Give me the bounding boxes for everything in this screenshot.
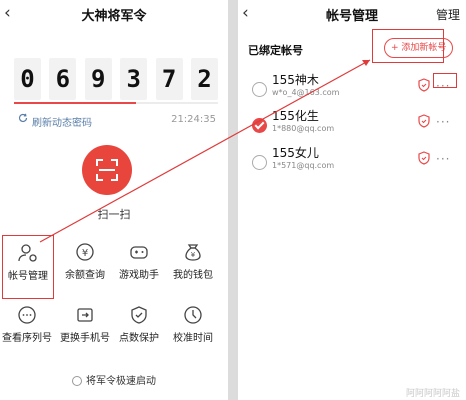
token-screen: ‹ 大神将军令 0 6 9 3 7 2 刷新动态密码 21:24:35 扫一扫 (0, 0, 228, 400)
code-progress-bar (14, 102, 218, 104)
top-bar: ‹ 大神将军令 (0, 0, 228, 28)
shield-icon (418, 78, 430, 92)
svg-text:¥: ¥ (82, 248, 88, 259)
code-digit: 9 (84, 58, 112, 100)
manage-button[interactable]: 管理 (436, 6, 460, 23)
view-serial-button[interactable]: 查看序列号 (2, 298, 52, 360)
tile-label: 游戏助手 (119, 270, 159, 281)
wallet-button[interactable]: ¥ 我的钱包 (168, 235, 218, 297)
tile-label: 余额查询 (65, 270, 105, 281)
account-manage-icon (18, 244, 37, 262)
quick-start-row[interactable]: 将军令极速启动 (0, 372, 228, 387)
account-row[interactable]: 155神木 w*o_4@163.com ··· (238, 70, 466, 110)
code-digit: 7 (155, 58, 183, 100)
tile-label: 更换手机号 (60, 333, 110, 344)
scan-button[interactable] (82, 145, 132, 195)
code-progress-fill (14, 102, 137, 104)
shield-icon (418, 114, 430, 128)
clock-icon (184, 306, 202, 324)
account-name: 155女儿 (272, 146, 319, 160)
scan-label: 扫一扫 (97, 208, 131, 221)
top-bar: ‹ 帐号管理 管理 (238, 0, 466, 28)
timer-text: 21:24:35 (171, 114, 216, 125)
highlight-box (372, 29, 444, 63)
serial-icon (18, 306, 36, 324)
more-options-icon[interactable]: ··· (436, 116, 450, 128)
wallet-icon: ¥ (185, 244, 201, 261)
account-name: 155神木 (272, 73, 319, 87)
svg-text:¥: ¥ (191, 251, 196, 259)
refresh-row: 刷新动态密码 21:24:35 (18, 112, 218, 129)
page-title: 大神将军令 (81, 9, 147, 24)
dynamic-code: 0 6 9 3 7 2 (14, 58, 218, 100)
points-protect-button[interactable]: 点数保护 (114, 298, 164, 360)
code-digit: 2 (190, 58, 218, 100)
code-digit: 3 (120, 58, 148, 100)
account-email: w*o_4@163.com (272, 88, 340, 97)
account-row[interactable]: 155化生 1*880@qq.com ··· (238, 106, 466, 146)
more-options-icon[interactable]: ··· (436, 153, 450, 165)
change-phone-button[interactable]: 更换手机号 (60, 298, 110, 360)
account-radio-selected[interactable] (252, 118, 267, 133)
balance-query-button[interactable]: ¥ 余额查询 (60, 235, 110, 297)
account-manage-button[interactable]: 帐号管理 (2, 235, 54, 299)
phone-icon (77, 308, 93, 322)
tile-label: 查看序列号 (2, 333, 52, 344)
tile-label: 我的钱包 (173, 270, 213, 281)
account-row[interactable]: 155女儿 1*571@qq.com ··· (238, 143, 466, 183)
shield-icon (131, 306, 147, 324)
tile-label: 帐号管理 (8, 271, 48, 282)
tile-label: 点数保护 (119, 333, 159, 344)
account-name: 155化生 (272, 109, 319, 123)
tile-label: 校准时间 (173, 333, 213, 344)
shield-icon (418, 151, 430, 165)
quick-start-label: 将军令极速启动 (86, 376, 156, 387)
refresh-icon[interactable] (18, 113, 28, 123)
highlight-box (433, 73, 457, 88)
page-title: 帐号管理 (325, 9, 378, 24)
quick-start-radio[interactable] (72, 376, 82, 386)
account-email: 1*880@qq.com (272, 124, 335, 133)
calibrate-time-button[interactable]: 校准时间 (168, 298, 218, 360)
account-manage-screen: ‹ 帐号管理 管理 已绑定帐号 + 添加新帐号 155神木 w*o_4@163.… (238, 0, 466, 400)
account-radio[interactable] (252, 82, 267, 97)
account-radio[interactable] (252, 155, 267, 170)
gamepad-icon (130, 246, 148, 259)
game-assistant-button[interactable]: 游戏助手 (114, 235, 164, 297)
account-email: 1*571@qq.com (272, 161, 335, 170)
code-digit: 6 (49, 58, 77, 100)
code-digit: 0 (14, 58, 41, 100)
refresh-code-link[interactable]: 刷新动态密码 (32, 114, 92, 129)
balance-icon: ¥ (76, 243, 94, 261)
scan-icon (96, 159, 118, 181)
watermark: 阿阿阿阿阿盐 (405, 389, 460, 399)
bound-accounts-title: 已绑定帐号 (248, 44, 303, 57)
